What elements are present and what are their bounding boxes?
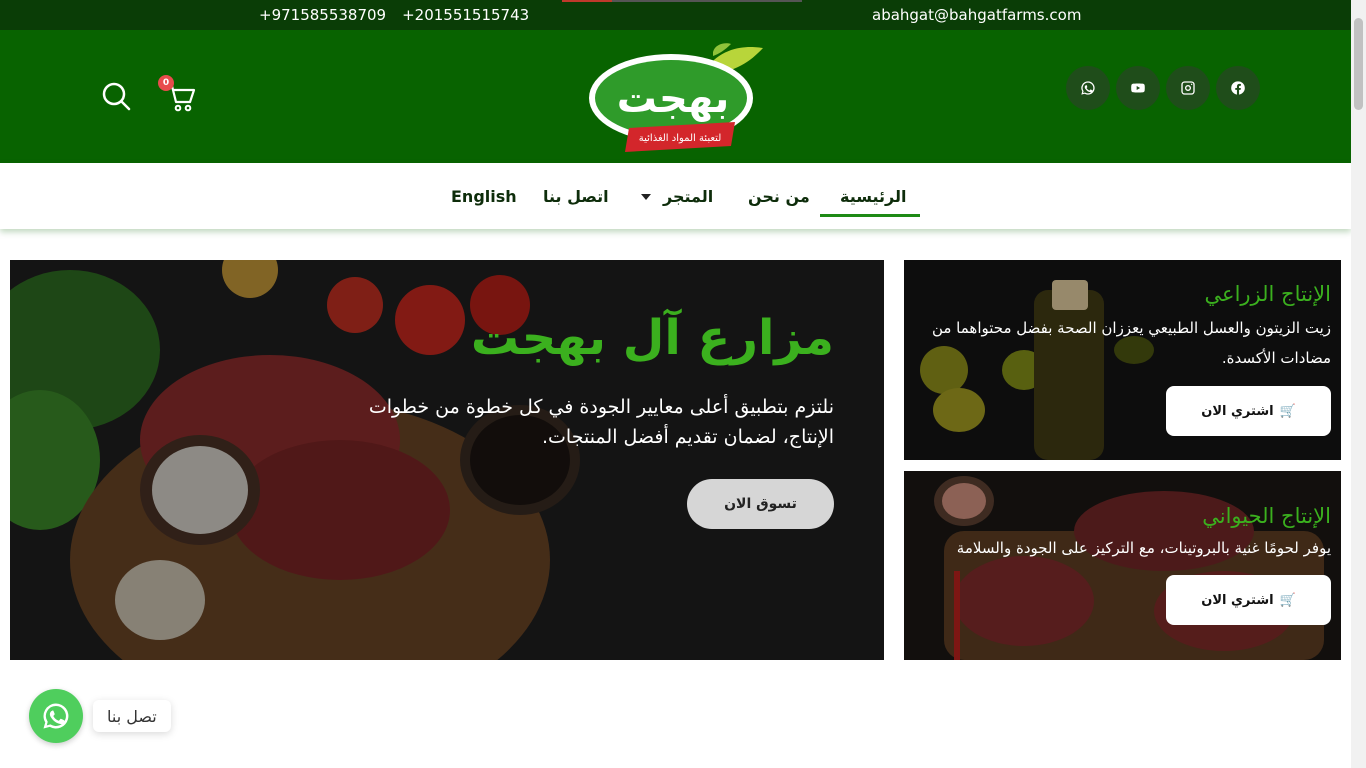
cart-icon: 🛒 (1279, 592, 1296, 608)
buy-now-button-animal[interactable]: 🛒 اشتري الان (1166, 575, 1331, 625)
instagram-social-button[interactable] (1166, 66, 1210, 110)
cart-count-badge: 0 (158, 75, 174, 91)
hero-title: مزارع آل بهجت (470, 310, 834, 366)
whatsapp-chat-label[interactable]: تصل بنا (93, 700, 171, 732)
scrollbar-thumb[interactable] (1354, 18, 1363, 110)
instagram-icon (1181, 81, 1195, 95)
agricultural-production-title: الإنتاج الزراعي (1204, 282, 1331, 306)
nav-item-english[interactable]: English (451, 187, 517, 206)
cart-wheel (184, 104, 192, 112)
search-button[interactable] (100, 80, 132, 112)
nav-item-contact[interactable]: اتصل بنا (543, 187, 609, 206)
whatsapp-social-button[interactable] (1066, 66, 1110, 110)
phone-link-egypt[interactable]: +201551515743 (402, 6, 529, 24)
nav-active-underline (820, 214, 920, 217)
cart-icon: 🛒 (1279, 403, 1296, 419)
agricultural-production-card: الإنتاج الزراعي زيت الزيتون والعسل الطبي… (904, 260, 1341, 460)
whatsapp-icon (1081, 81, 1095, 95)
animal-production-description: يوفر لحومًا غنية بالبروتينات، مع التركيز… (956, 539, 1331, 557)
nav-item-store[interactable]: المتجر (663, 187, 713, 206)
top-accent-mark (562, 0, 612, 2)
animal-production-title: الإنتاج الحيواني (1202, 504, 1331, 528)
facebook-icon (1231, 81, 1245, 95)
shop-now-button[interactable]: تسوق الان (687, 479, 834, 529)
whatsapp-chat-button[interactable] (29, 689, 83, 743)
page-scrollbar[interactable] (1351, 0, 1366, 768)
cart-wheel (174, 104, 182, 112)
store-dropdown-caret-icon[interactable] (641, 194, 651, 200)
logo-text: بهجت (617, 76, 730, 122)
youtube-icon (1131, 83, 1145, 93)
buy-now-label: اشتري الان (1201, 592, 1274, 608)
phone-link-uae[interactable]: +971585538709 (259, 6, 386, 24)
phone-numbers: +971585538709 +201551515743 (259, 6, 529, 24)
top-contact-bar: +971585538709 +201551515743 abahgat@bahg… (0, 0, 1351, 30)
buy-now-button-agricultural[interactable]: 🛒 اشتري الان (1166, 386, 1331, 436)
site-logo[interactable]: بهجت لتعبئة المواد الغذائية (585, 42, 767, 154)
meat-image (904, 471, 1341, 660)
nav-item-about[interactable]: من نحن (748, 187, 810, 206)
hero-description: نلتزم بتطبيق أعلى معايير الجودة في كل خط… (368, 396, 834, 448)
logo-subtext: لتعبئة المواد الغذائية (639, 133, 722, 144)
buy-now-label: اشتري الان (1201, 403, 1274, 419)
agricultural-production-description: زيت الزيتون والعسل الطبيعي يعززان الصحة … (931, 319, 1331, 367)
youtube-social-button[interactable] (1116, 66, 1160, 110)
main-nav: الرئيسية من نحن المتجر اتصل بنا English (0, 163, 1351, 229)
email-link[interactable]: abahgat@bahgatfarms.com (872, 6, 1081, 24)
top-accent-mark-grey (612, 0, 802, 2)
nav-item-home[interactable]: الرئيسية (840, 187, 907, 206)
hero-banner: مزارع آل بهجت نلتزم بتطبيق أعلى معايير ا… (10, 260, 884, 660)
animal-production-card: الإنتاج الحيواني يوفر لحومًا غنية بالبرو… (904, 471, 1341, 660)
whatsapp-icon (43, 703, 69, 729)
facebook-social-button[interactable] (1216, 66, 1260, 110)
